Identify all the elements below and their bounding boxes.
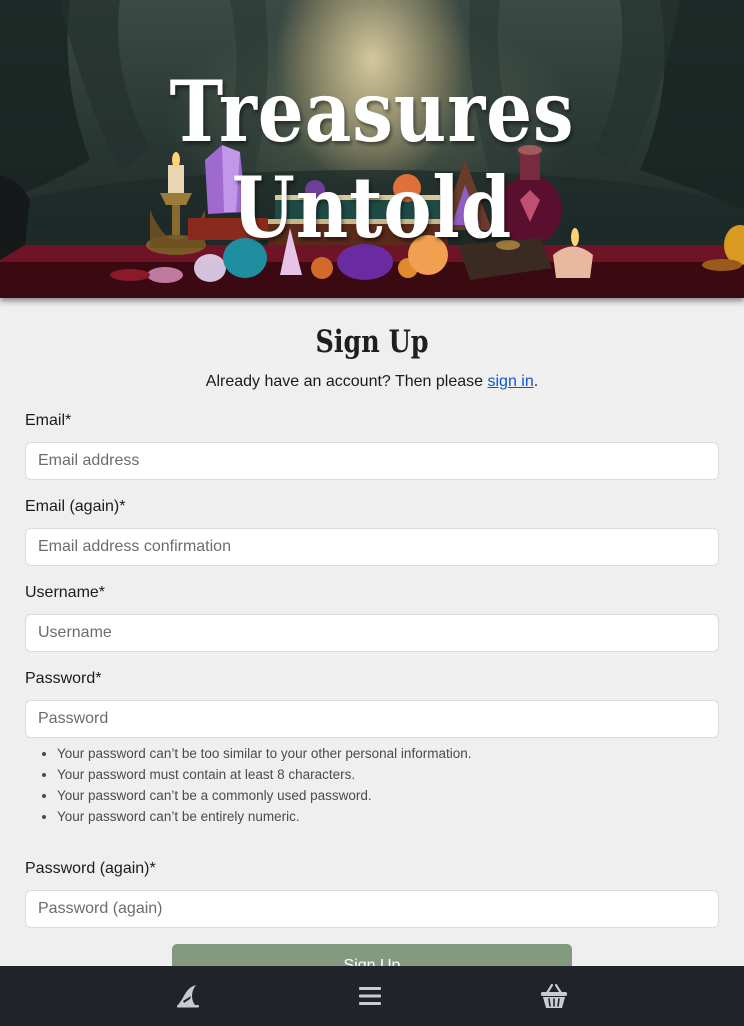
signin-prompt-text: Already have an account? Then please [205, 373, 488, 390]
email-label: Email* [25, 412, 72, 429]
password-help-item: Your password can’t be entirely numeric. [57, 806, 471, 827]
password-label: Password* [25, 670, 102, 687]
site-title[interactable]: Treasures Untold [52, 64, 692, 256]
signin-prompt-period: . [533, 373, 539, 390]
username-label: Username* [25, 584, 106, 601]
password-help-item: Your password must contain at least 8 ch… [57, 764, 471, 785]
wizard-hat-icon[interactable] [170, 978, 206, 1014]
password-help-item: Your password can’t be too similar to yo… [57, 743, 471, 764]
menu-icon[interactable] [352, 978, 388, 1014]
signin-prompt: Already have an account? Then please sig… [0, 371, 744, 393]
email-confirm-label: Email (again)* [25, 498, 126, 515]
basket-icon[interactable] [536, 978, 572, 1014]
password-field[interactable] [25, 700, 719, 738]
page-title: Sign Up [315, 324, 429, 360]
password-help-item: Your password can’t be a commonly used p… [57, 785, 471, 806]
email-field[interactable] [25, 442, 719, 480]
password-help-list: Your password can’t be too similar to yo… [25, 743, 471, 827]
bottom-nav-bar [0, 966, 744, 1026]
username-field[interactable] [25, 614, 719, 652]
signin-link[interactable]: sign in [487, 373, 533, 390]
password-confirm-field[interactable] [25, 890, 719, 928]
email-confirm-field[interactable] [25, 528, 719, 566]
hero-banner: Treasures Untold [0, 0, 744, 298]
password-confirm-label: Password (again)* [25, 860, 156, 877]
